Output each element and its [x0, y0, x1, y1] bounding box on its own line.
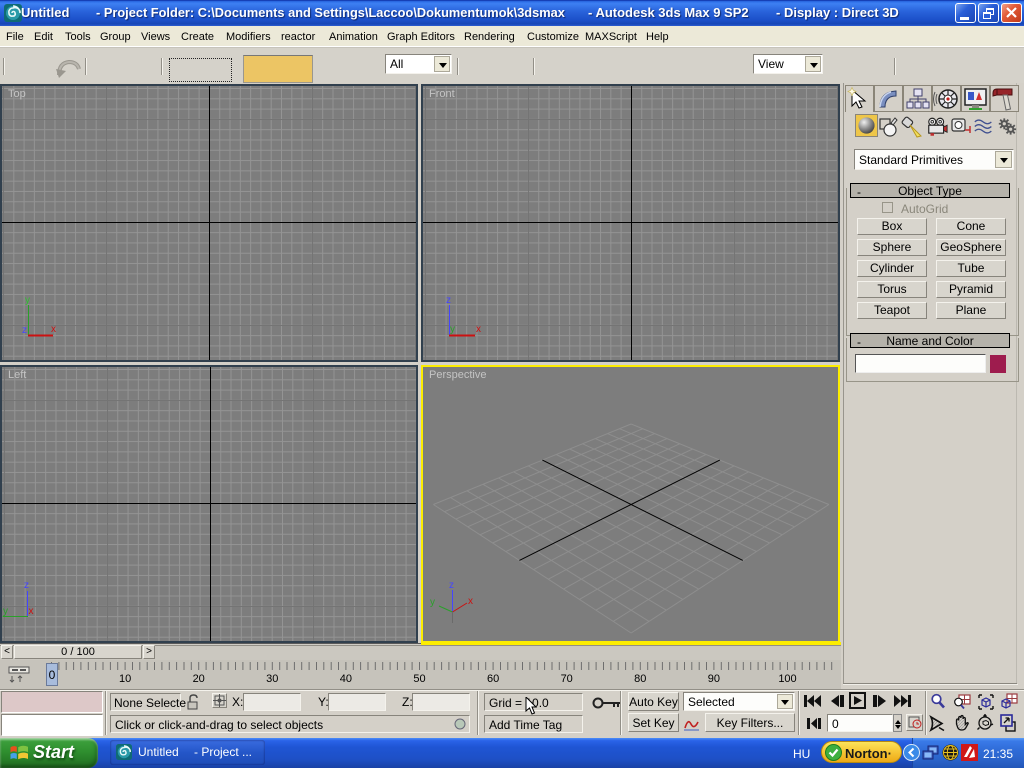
svg-text:50: 50: [413, 673, 425, 685]
svg-text:x: x: [476, 324, 481, 335]
svg-text:x: x: [51, 324, 56, 335]
svg-text:70: 70: [561, 673, 573, 685]
svg-text:z: z: [24, 580, 29, 591]
svg-text:y: y: [25, 295, 30, 306]
svg-text:x: x: [29, 606, 34, 617]
svg-text:100: 100: [778, 673, 796, 685]
svg-text:x: x: [468, 596, 473, 607]
svg-text:z: z: [22, 325, 27, 336]
svg-text:90: 90: [708, 673, 720, 685]
svg-text:20: 20: [193, 673, 205, 685]
svg-text:60: 60: [487, 673, 499, 685]
svg-text:80: 80: [634, 673, 646, 685]
svg-text:y: y: [450, 324, 455, 335]
svg-text:10: 10: [119, 673, 131, 685]
svg-text:z: z: [449, 580, 454, 591]
svg-text:40: 40: [340, 673, 352, 685]
svg-text:30: 30: [266, 673, 278, 685]
svg-text:y: y: [430, 597, 435, 608]
svg-text:z: z: [446, 295, 451, 306]
svg-text:y: y: [3, 606, 8, 617]
